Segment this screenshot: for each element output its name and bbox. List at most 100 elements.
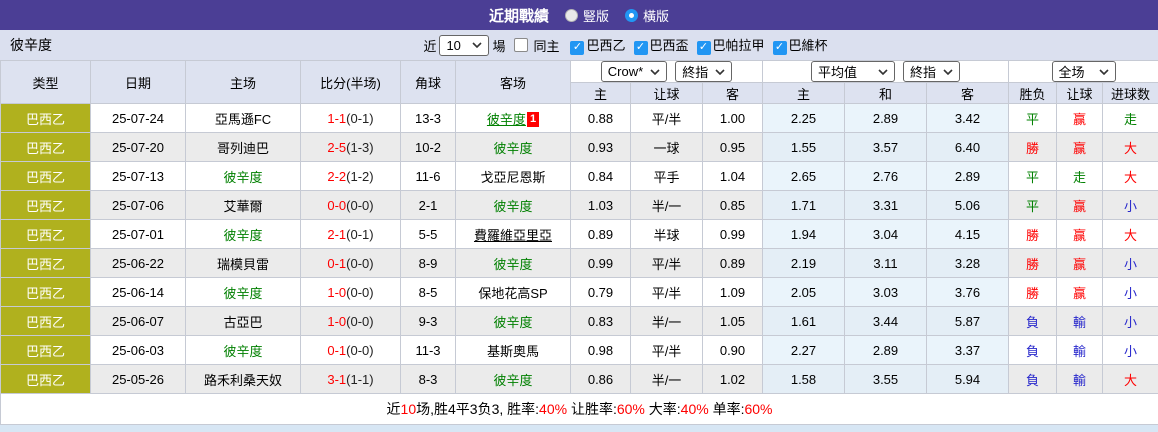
away-team-cell: 基斯奧馬	[455, 335, 571, 365]
avg-draw-odds: 3.31	[844, 190, 927, 220]
corner-cell: 8-5	[400, 277, 456, 307]
date-cell: 25-06-07	[90, 306, 186, 336]
crow-home-odds: 1.03	[570, 190, 631, 220]
result-goals: 大	[1102, 364, 1158, 394]
result-winloss: 勝	[1008, 219, 1058, 249]
avg-draw-odds: 3.44	[844, 306, 927, 336]
same-home-checkbox[interactable]	[514, 38, 529, 52]
league-checkbox-label: 巴西盃	[649, 38, 689, 54]
table-row: 巴西乙 25-07-13 彼辛度 2-2(1-2) 11-6 戈亞尼恩斯 0.8…	[0, 161, 1158, 191]
average-select[interactable]: 平均值	[811, 61, 895, 82]
avg-draw-odds: 2.89	[844, 103, 927, 133]
chevron-down-icon	[650, 68, 660, 75]
radio-vertical-layout[interactable]: 豎版	[564, 6, 609, 25]
header-away: 客场	[455, 60, 571, 104]
avg-home-odds: 1.61	[762, 306, 845, 336]
summary-segment: 场,胜4平3负3, 胜率:	[416, 401, 540, 417]
league-checkbox[interactable]: ✓	[772, 40, 787, 55]
away-team-cell: 戈亞尼恩斯	[455, 161, 571, 191]
crow-away-odds: 1.05	[702, 306, 763, 336]
avg-away-odds: 3.37	[925, 335, 1010, 365]
avg-draw-odds: 3.55	[844, 364, 927, 394]
average-stage-select[interactable]: 終指	[903, 61, 961, 82]
crow-away-odds: 0.99	[702, 219, 763, 249]
result-handicap: 赢	[1056, 190, 1104, 220]
league-checkbox[interactable]: ✓	[633, 40, 648, 55]
results-table: 类型 日期 主场 比分(半场) 角球 客场 Crow* 終指 平均值 終指 全场…	[0, 60, 1158, 425]
home-team-cell: 古亞巴	[185, 306, 301, 336]
league-cell: 巴西乙	[0, 103, 91, 133]
odds-stage-select[interactable]: 終指	[675, 61, 733, 82]
crow-away-odds: 1.09	[702, 277, 763, 307]
radio-icon[interactable]	[564, 8, 578, 22]
home-team-cell: 彼辛度	[185, 335, 301, 365]
date-cell: 25-07-20	[90, 132, 186, 162]
avg-home-odds: 2.19	[762, 248, 845, 278]
league-cell: 巴西乙	[0, 219, 91, 249]
away-team-cell: 保地花高SP	[455, 277, 571, 307]
crow-away-odds: 1.00	[702, 103, 763, 133]
bookmaker-select[interactable]: Crow*	[600, 61, 668, 82]
match-count-select[interactable]: 10	[439, 34, 490, 56]
titlebar: 近期戰績 豎版 橫版	[0, 0, 1158, 30]
avg-home-odds: 1.94	[762, 219, 845, 249]
avg-home-odds: 1.58	[762, 364, 845, 394]
date-cell: 25-07-01	[90, 219, 186, 249]
chevron-down-icon	[715, 68, 725, 75]
table-row: 巴西乙 25-05-26 路禾利桑天奴 3-1(1-1) 8-3 彼辛度 0.8…	[0, 364, 1158, 394]
avg-home-odds: 2.05	[762, 277, 845, 307]
score-cell: 1-1(0-1)	[300, 103, 401, 133]
date-cell: 25-07-24	[90, 103, 186, 133]
avg-home-odds: 2.25	[762, 103, 845, 133]
league-cell: 巴西乙	[0, 306, 91, 336]
result-group-header: 全场	[1008, 60, 1158, 83]
header-home: 主场	[185, 60, 301, 104]
fulltime-select[interactable]: 全场	[1051, 61, 1116, 82]
score-cell: 2-1(0-1)	[300, 219, 401, 249]
radio-vertical-label: 豎版	[582, 8, 609, 24]
corner-cell: 9-3	[400, 306, 456, 336]
avg-draw-odds: 3.11	[844, 248, 927, 278]
score-cell: 1-0(0-0)	[300, 306, 401, 336]
corner-cell: 13-3	[400, 103, 456, 133]
chevron-down-icon	[943, 68, 953, 75]
crow-handicap: 半/一	[630, 364, 703, 394]
result-goals: 小	[1102, 248, 1158, 278]
result-goals: 小	[1102, 277, 1158, 307]
crow-away-odds: 0.85	[702, 190, 763, 220]
summary-segment: 近	[386, 401, 401, 417]
avg-home-odds: 2.27	[762, 335, 845, 365]
league-cell: 巴西乙	[0, 277, 91, 307]
result-handicap: 赢	[1056, 248, 1104, 278]
result-goals: 小	[1102, 190, 1158, 220]
subheader-goals-result: 进球数	[1102, 82, 1158, 104]
avg-away-odds: 5.94	[925, 364, 1010, 394]
date-cell: 25-07-13	[90, 161, 186, 191]
radio-checked-icon[interactable]	[625, 8, 638, 22]
result-winloss: 負	[1008, 306, 1058, 336]
avg-home-odds: 2.65	[762, 161, 845, 191]
result-winloss: 平	[1008, 103, 1058, 133]
table-row: 巴西乙 25-06-14 彼辛度 1-0(0-0) 8-5 保地花高SP 0.7…	[0, 277, 1158, 307]
home-team-cell: 哥列迪巴	[185, 132, 301, 162]
home-team-cell: 彼辛度	[185, 219, 301, 249]
avg-draw-odds: 2.76	[844, 161, 927, 191]
league-checkbox[interactable]: ✓	[570, 40, 585, 55]
result-goals: 小	[1102, 306, 1158, 336]
league-checkbox[interactable]: ✓	[696, 40, 711, 55]
summary-segment: 10	[400, 401, 417, 417]
crow-home-odds: 0.93	[570, 132, 631, 162]
crow-home-odds: 0.89	[570, 219, 631, 249]
subheader-crow-home: 主	[570, 82, 631, 104]
filterbar: 彼辛度 近 10 場 同主 ✓ 巴西乙 ✓ 巴西盃 ✓ 巴帕拉甲 ✓ 巴維杯	[0, 30, 1158, 60]
league-cell: 巴西乙	[0, 248, 91, 278]
crow-away-odds: 1.04	[702, 161, 763, 191]
radio-horizontal-layout[interactable]: 橫版	[625, 6, 669, 25]
crow-away-odds: 0.89	[702, 248, 763, 278]
corner-cell: 8-3	[400, 364, 456, 394]
result-winloss: 勝	[1008, 248, 1058, 278]
near-label: 近	[423, 38, 437, 54]
crow-handicap: 平手	[630, 161, 703, 191]
crow-home-odds: 0.98	[570, 335, 631, 365]
date-cell: 25-07-06	[90, 190, 186, 220]
